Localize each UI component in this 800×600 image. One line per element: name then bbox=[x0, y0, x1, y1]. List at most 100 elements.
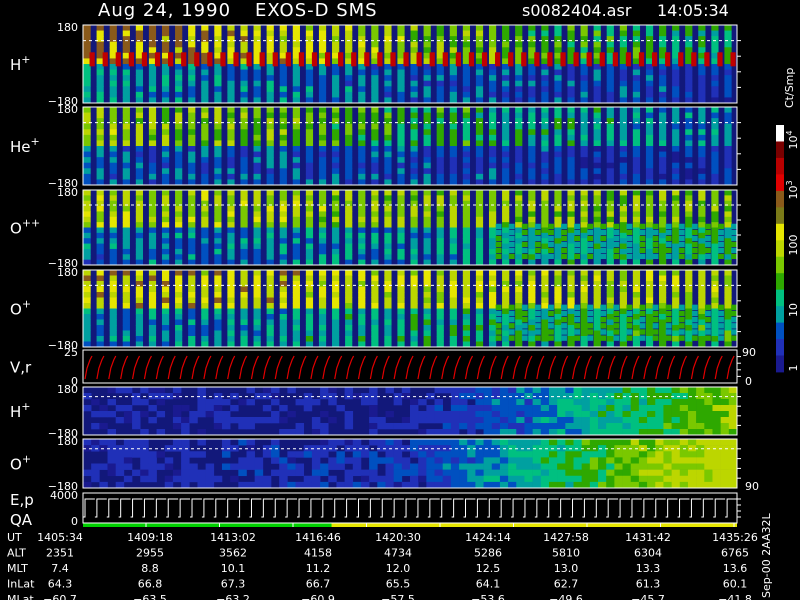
heatmap-cell bbox=[632, 41, 641, 48]
heatmap-cell bbox=[123, 475, 133, 483]
heatmap-cell bbox=[292, 30, 300, 37]
heatmap-cell bbox=[632, 286, 641, 293]
heatmap-cell bbox=[384, 86, 392, 93]
heatmap-cell bbox=[541, 173, 549, 180]
heatmap-cell bbox=[679, 457, 689, 464]
heatmap-cell bbox=[397, 243, 405, 250]
heatmap-cell bbox=[332, 286, 340, 293]
heatmap-cell bbox=[678, 329, 685, 335]
heatmap-cell bbox=[305, 118, 314, 125]
heatmap-cell bbox=[567, 112, 575, 119]
heatmap-cell bbox=[161, 151, 170, 158]
heatmap-cell bbox=[227, 303, 235, 309]
heatmap-cell bbox=[606, 134, 614, 141]
heatmap-cell bbox=[253, 336, 261, 342]
heatmap-cell bbox=[488, 206, 497, 212]
heatmap-cell bbox=[638, 457, 648, 464]
heatmap-cell bbox=[266, 41, 274, 48]
heatmap-cell bbox=[600, 335, 607, 341]
heatmap-cell bbox=[318, 118, 327, 125]
heatmap-cell bbox=[305, 75, 314, 82]
heatmap-cell bbox=[214, 216, 222, 223]
heatmap-cell bbox=[587, 223, 594, 229]
heatmap-cell bbox=[515, 30, 523, 37]
heatmap-cell bbox=[567, 91, 575, 98]
heatmap-cell bbox=[515, 206, 523, 212]
heatmap-cell bbox=[253, 281, 261, 287]
heatmap-cell bbox=[645, 146, 654, 153]
heatmap-cell bbox=[672, 330, 680, 337]
heatmap-cell bbox=[600, 241, 607, 247]
heatmap-cell bbox=[632, 91, 641, 98]
heatmap-cell bbox=[397, 107, 405, 114]
heatmap-cell bbox=[423, 118, 431, 125]
heatmap-cell bbox=[502, 173, 510, 180]
panel-label: H+ bbox=[10, 400, 31, 421]
heatmap-cell bbox=[581, 423, 591, 430]
heatmap-cell bbox=[672, 91, 680, 98]
heatmap-cell bbox=[279, 162, 287, 169]
heatmap-cell bbox=[227, 112, 235, 119]
heatmap-cell bbox=[295, 399, 305, 406]
heatmap-cell bbox=[696, 439, 705, 446]
heatmap-cell bbox=[698, 195, 706, 202]
heatmap-cell bbox=[135, 75, 144, 82]
heatmap-cell bbox=[580, 238, 588, 245]
heatmap-cell bbox=[253, 211, 261, 218]
heatmap-cell bbox=[279, 157, 287, 164]
heatmap-cell bbox=[161, 248, 170, 255]
heatmap-cell bbox=[140, 429, 149, 436]
heatmap-cell bbox=[567, 211, 575, 218]
heatmap-cell bbox=[135, 281, 144, 287]
heatmap-cell bbox=[606, 417, 615, 424]
heatmap-cell bbox=[240, 112, 248, 119]
heatmap-cell bbox=[140, 399, 149, 406]
heatmap-cell bbox=[718, 223, 724, 229]
heatmap-cell bbox=[502, 162, 510, 169]
heatmap-cell bbox=[449, 303, 457, 309]
heatmap-cell bbox=[292, 254, 300, 261]
heatmap-cell bbox=[655, 387, 664, 394]
heatmap-cell bbox=[659, 232, 667, 239]
heatmap-cell bbox=[135, 86, 144, 93]
heatmap-cell bbox=[606, 146, 614, 153]
heatmap-cell bbox=[622, 399, 632, 406]
heatmap-cell bbox=[515, 211, 523, 218]
heatmap-cell bbox=[227, 134, 235, 141]
panel-8: 40000E,pQA bbox=[10, 489, 741, 529]
heatmap-cell bbox=[632, 314, 641, 320]
heatmap-cell bbox=[573, 469, 582, 477]
heatmap-cell bbox=[691, 335, 698, 341]
heatmap-cell bbox=[181, 439, 190, 446]
heatmap-cell bbox=[305, 168, 314, 175]
heatmap-cell bbox=[305, 216, 314, 223]
heatmap-cell bbox=[659, 151, 667, 158]
heatmap-cell bbox=[122, 157, 130, 164]
heatmap-cell bbox=[711, 151, 719, 158]
heatmap-cell bbox=[358, 69, 366, 76]
heatmap-cell bbox=[593, 80, 601, 87]
heatmap-cell bbox=[613, 241, 620, 247]
heatmap-cell bbox=[423, 275, 431, 282]
heatmap-cell bbox=[645, 319, 654, 326]
heatmap-cell bbox=[96, 330, 104, 337]
heatmap-cell bbox=[161, 216, 170, 223]
heatmap-cell bbox=[253, 232, 261, 239]
heatmap-cell bbox=[696, 457, 705, 464]
heatmap-cell bbox=[475, 36, 484, 43]
heatmap-cell bbox=[449, 30, 457, 37]
heatmap-cell bbox=[161, 243, 170, 250]
heatmap-cell bbox=[589, 423, 599, 430]
heatmap-cell bbox=[606, 129, 614, 136]
heatmap-cell bbox=[418, 429, 427, 436]
heatmap-cell bbox=[698, 248, 706, 255]
heatmap-cell bbox=[532, 481, 542, 489]
heatmap-cell bbox=[161, 200, 170, 207]
heatmap-cell bbox=[148, 463, 157, 470]
heatmap-cell bbox=[369, 457, 378, 464]
heatmap-cell bbox=[580, 168, 588, 175]
heatmap-cell bbox=[148, 75, 157, 82]
heatmap-cell bbox=[426, 457, 435, 464]
heatmap-cell bbox=[279, 134, 287, 141]
heatmap-cell bbox=[358, 123, 366, 130]
